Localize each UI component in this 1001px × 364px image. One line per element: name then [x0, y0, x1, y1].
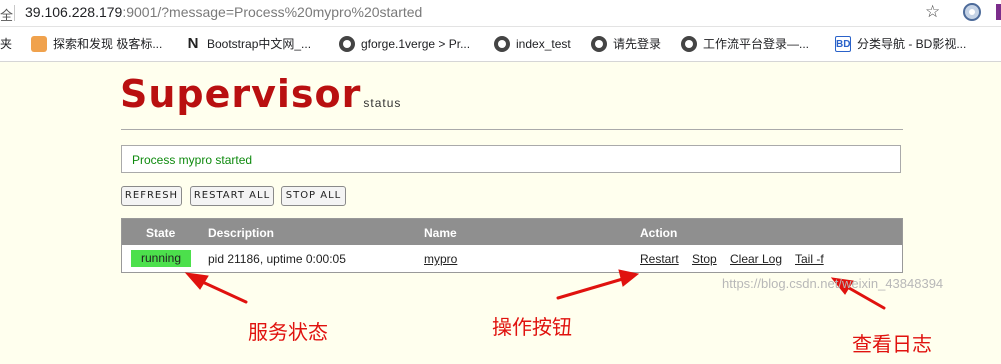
annotation-operation-buttons: 操作按钮 — [492, 315, 572, 339]
annotation-view-log: 查看日志 — [852, 332, 932, 356]
watermark: https://blog.csdn.net/weixin_43848394 — [722, 276, 944, 291]
arrow-to-actions — [556, 276, 628, 300]
annotation-service-state: 服务状态 — [248, 320, 328, 344]
annotation-arrows — [184, 269, 886, 310]
